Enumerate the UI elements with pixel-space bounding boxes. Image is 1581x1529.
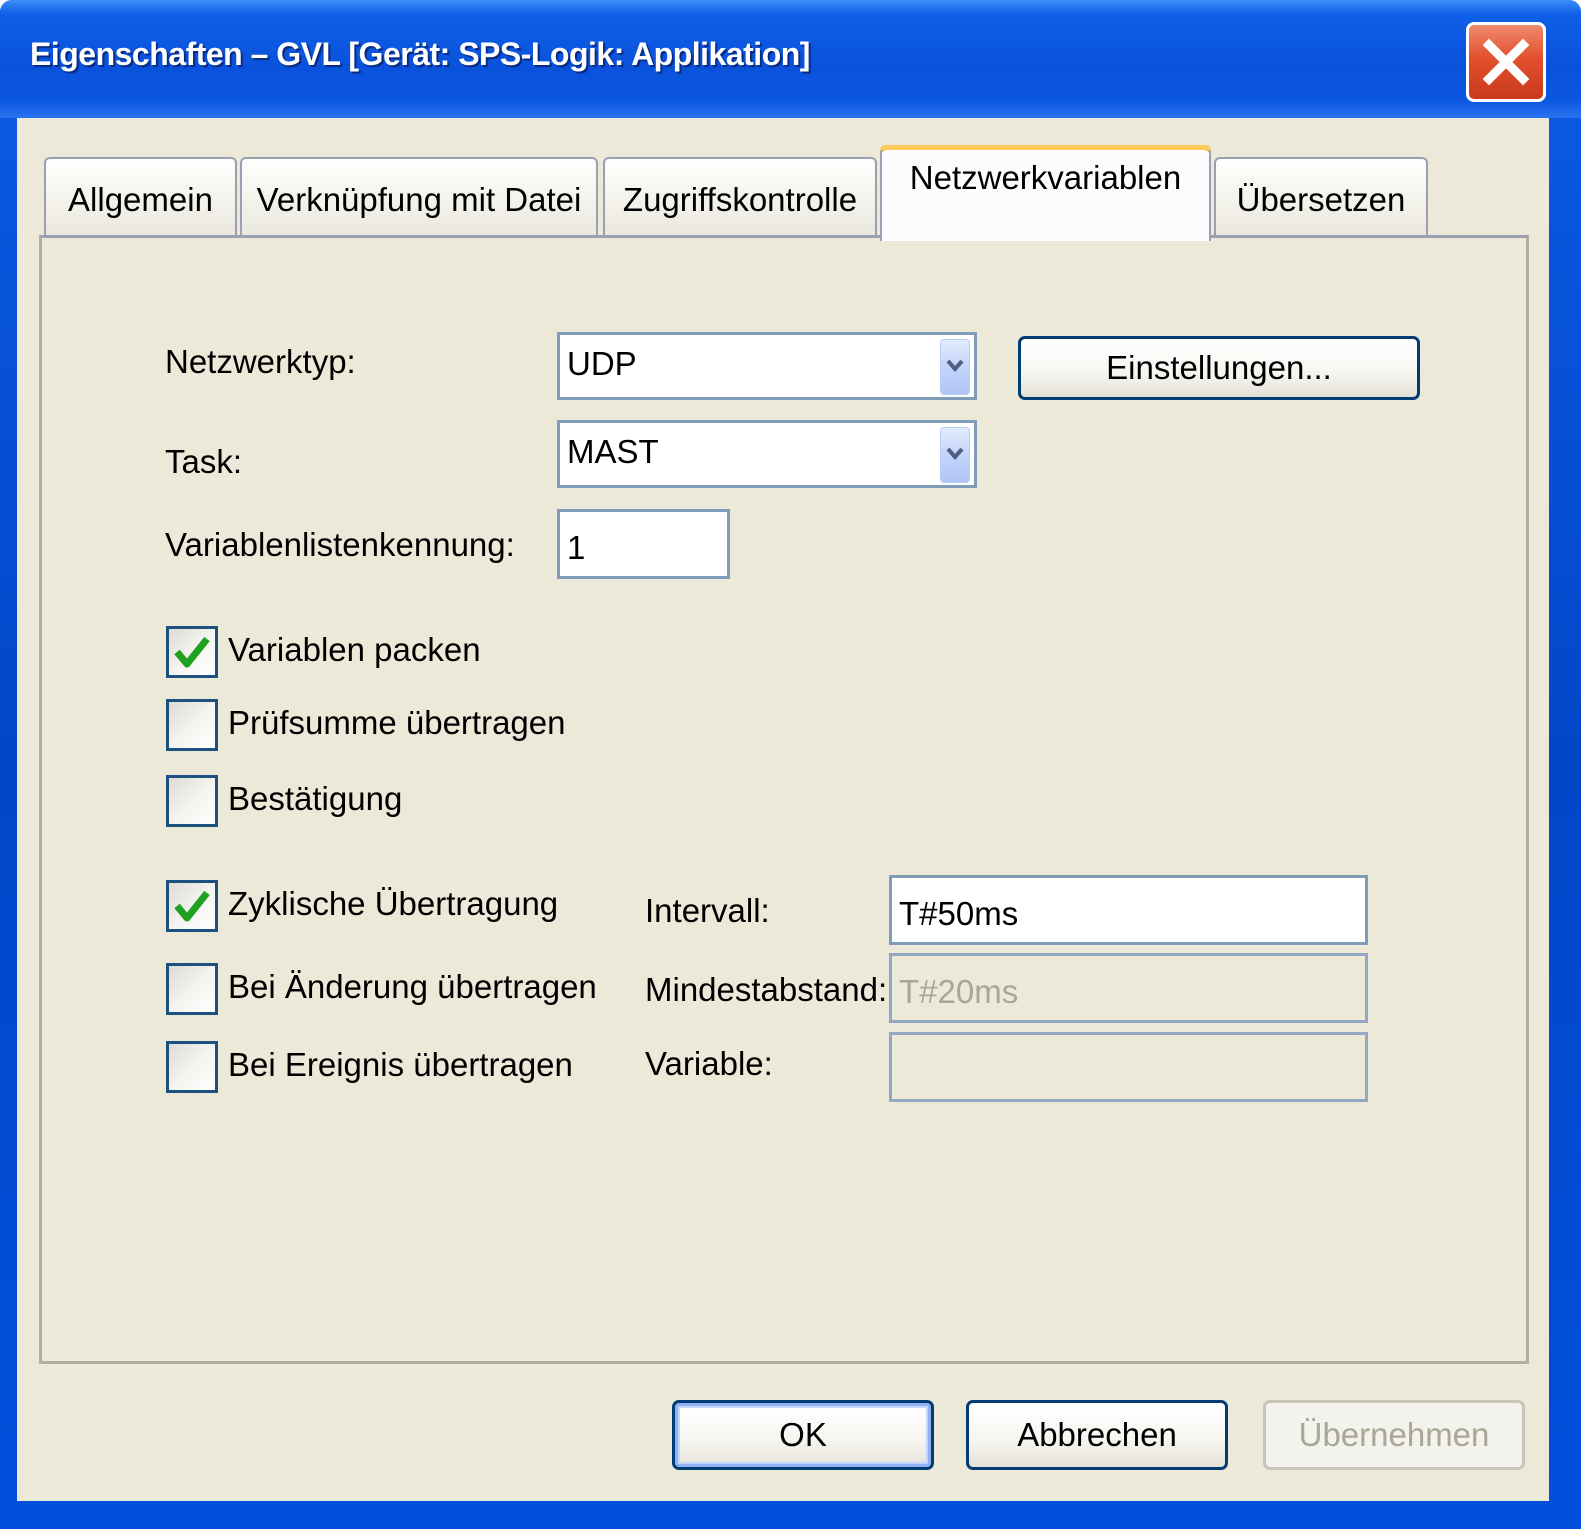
uebernehmen-button: Übernehmen bbox=[1263, 1400, 1525, 1470]
title-bar[interactable]: Eigenschaften – GVL [Gerät: SPS-Logik: A… bbox=[0, 0, 1581, 118]
mindestabstand-label: Mindestabstand: bbox=[645, 971, 888, 1008]
intervall-input[interactable]: T#50ms bbox=[889, 875, 1368, 945]
chevron-down-icon bbox=[946, 447, 964, 461]
task-dropdown[interactable]: MAST bbox=[557, 420, 977, 488]
task-value: MAST bbox=[567, 433, 659, 470]
tab-netzwerkvariablen[interactable]: Netzwerkvariablen bbox=[880, 145, 1211, 241]
variablen-packen-checkbox[interactable] bbox=[166, 626, 218, 678]
checkmark-icon bbox=[174, 636, 210, 668]
tab-label: Zugriffskontrolle bbox=[622, 181, 858, 218]
tab-verknuepfung-mit-datei[interactable]: Verknüpfung mit Datei bbox=[240, 157, 598, 239]
netzwerkvariablen-panel: Netzwerktyp: UDP Einstellungen... Task: … bbox=[39, 235, 1529, 1364]
tab-label: Netzwerkvariablen bbox=[909, 159, 1182, 196]
variable-input bbox=[889, 1032, 1368, 1102]
mindestabstand-value: T#20ms bbox=[899, 973, 1019, 1010]
mindestabstand-input: T#20ms bbox=[889, 953, 1368, 1023]
window-title: Eigenschaften – GVL [Gerät: SPS-Logik: A… bbox=[30, 36, 810, 72]
bei-aenderung-checkbox[interactable] bbox=[166, 963, 218, 1015]
bestaetigung-checkbox[interactable] bbox=[166, 775, 218, 827]
checkmark-icon bbox=[174, 890, 210, 922]
variablenlistenkennung-input[interactable]: 1 bbox=[557, 509, 730, 579]
intervall-value: T#50ms bbox=[899, 895, 1019, 932]
dialog-client-area: Allgemein Verknüpfung mit Datei Zugriffs… bbox=[17, 118, 1549, 1501]
einstellungen-button[interactable]: Einstellungen... bbox=[1018, 336, 1420, 400]
tab-uebersetzen[interactable]: Übersetzen bbox=[1214, 157, 1428, 239]
abbrechen-button[interactable]: Abbrechen bbox=[966, 1400, 1228, 1470]
tab-zugriffskontrolle[interactable]: Zugriffskontrolle bbox=[603, 157, 877, 239]
dropdown-button[interactable] bbox=[940, 339, 970, 395]
bei-ereignis-checkbox[interactable] bbox=[166, 1041, 218, 1093]
variablen-packen-label[interactable]: Variablen packen bbox=[228, 631, 481, 669]
zyklische-uebertragung-label[interactable]: Zyklische Übertragung bbox=[228, 885, 558, 923]
variablenlistenkennung-value: 1 bbox=[567, 529, 586, 566]
task-label: Task: bbox=[165, 443, 243, 480]
ok-button[interactable]: OK bbox=[672, 1400, 934, 1470]
bei-aenderung-label[interactable]: Bei Änderung übertragen bbox=[228, 968, 597, 1006]
variablenlistenkennung-label: Variablenlistenkennung: bbox=[165, 526, 515, 563]
close-x-icon bbox=[1482, 38, 1530, 86]
pruefsumme-checkbox[interactable] bbox=[166, 699, 218, 751]
close-button[interactable] bbox=[1466, 22, 1546, 102]
variable-label: Variable: bbox=[645, 1045, 773, 1082]
tab-allgemein[interactable]: Allgemein bbox=[44, 157, 237, 239]
intervall-label: Intervall: bbox=[645, 892, 770, 929]
bei-ereignis-label[interactable]: Bei Ereignis übertragen bbox=[228, 1046, 573, 1084]
pruefsumme-label[interactable]: Prüfsumme übertragen bbox=[228, 704, 566, 742]
tab-label: Allgemein bbox=[68, 181, 213, 218]
netzwerktyp-dropdown[interactable]: UDP bbox=[557, 332, 977, 400]
tab-label: Verknüpfung mit Datei bbox=[256, 181, 582, 218]
properties-dialog: Eigenschaften – GVL [Gerät: SPS-Logik: A… bbox=[0, 0, 1581, 1529]
dropdown-button[interactable] bbox=[940, 427, 970, 483]
zyklische-uebertragung-checkbox[interactable] bbox=[166, 880, 218, 932]
bestaetigung-label[interactable]: Bestätigung bbox=[228, 780, 402, 818]
chevron-down-icon bbox=[946, 359, 964, 373]
netzwerktyp-value: UDP bbox=[567, 345, 637, 382]
tab-label: Übersetzen bbox=[1236, 181, 1406, 218]
netzwerktyp-label: Netzwerktyp: bbox=[165, 343, 356, 380]
